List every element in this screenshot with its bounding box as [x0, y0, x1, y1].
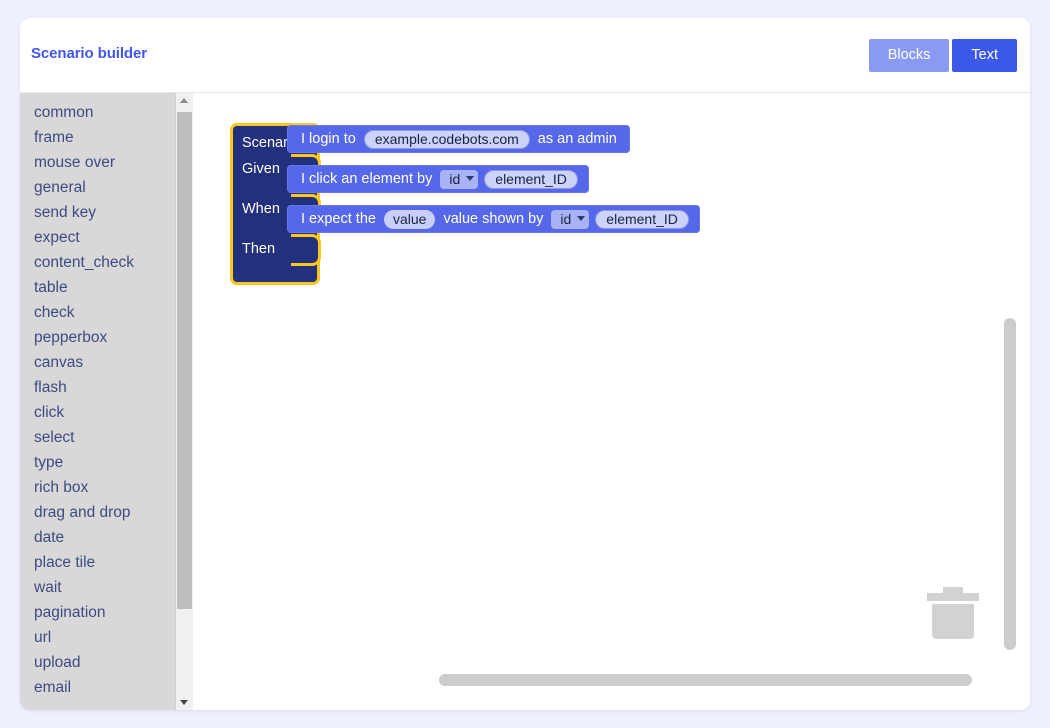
- toolbox-item[interactable]: common: [20, 100, 175, 125]
- given-statement-block[interactable]: I login to example.codebots.com as an ad…: [287, 125, 630, 153]
- toolbox-item[interactable]: click: [20, 400, 175, 425]
- then-text-middle: value shown by: [443, 211, 544, 227]
- toolbox-item[interactable]: content_check: [20, 250, 175, 275]
- toolbox-item[interactable]: place tile: [20, 550, 175, 575]
- toolbox-panel: common frame mouse over general send key expe…: [20, 93, 175, 710]
- blocks-view-button[interactable]: Blocks: [868, 39, 950, 72]
- scroll-down-arrow-icon[interactable]: [176, 694, 193, 710]
- toolbox-item[interactable]: select: [20, 425, 175, 450]
- then-element-id-field[interactable]: element_ID: [595, 209, 689, 229]
- toolbox-item[interactable]: wait: [20, 575, 175, 600]
- given-keyword-label: Given: [242, 161, 280, 177]
- when-text-prefix: I click an element by: [301, 171, 433, 187]
- then-keyword-label: Then: [242, 241, 276, 257]
- toolbox-category-list: common frame mouse over general send key expe…: [20, 100, 175, 700]
- toolbox-item[interactable]: canvas: [20, 350, 175, 375]
- app-header: Scenario builder Blocks Text: [20, 18, 1030, 93]
- toolbox-item[interactable]: general: [20, 175, 175, 200]
- toolbox-item[interactable]: pagination: [20, 600, 175, 625]
- toolbox-item[interactable]: table: [20, 275, 175, 300]
- when-selector-value: id: [449, 170, 461, 187]
- toolbox-item[interactable]: send key: [20, 200, 175, 225]
- then-text-prefix: I expect the: [301, 211, 376, 227]
- when-statement-block[interactable]: I click an element by id element_ID: [287, 165, 589, 193]
- view-mode-toggle: Blocks Text: [868, 39, 1017, 72]
- then-selector-value: id: [560, 210, 572, 227]
- then-selector-dropdown[interactable]: id: [551, 209, 590, 229]
- toolbox-item[interactable]: drag and drop: [20, 500, 175, 525]
- chevron-down-icon: [466, 176, 475, 181]
- workspace-horizontal-scrollbar[interactable]: [439, 674, 972, 686]
- toolbox-item[interactable]: expect: [20, 225, 175, 250]
- chevron-down-icon: [577, 216, 586, 221]
- when-element-id-field[interactable]: element_ID: [484, 169, 578, 189]
- toolbox-item[interactable]: check: [20, 300, 175, 325]
- given-text-prefix: I login to: [301, 131, 356, 147]
- given-text-suffix: as an admin: [537, 131, 617, 147]
- page-title: Scenario builder: [31, 45, 147, 62]
- scroll-up-arrow-icon[interactable]: [176, 93, 193, 110]
- toolbox-scrollbar[interactable]: [175, 93, 194, 710]
- toolbox-item[interactable]: upload: [20, 650, 175, 675]
- toolbox-item[interactable]: url: [20, 625, 175, 650]
- trash-can-icon[interactable]: [927, 583, 979, 639]
- toolbox-item[interactable]: mouse over: [20, 150, 175, 175]
- toolbox-item[interactable]: email: [20, 675, 175, 700]
- text-view-button[interactable]: Text: [952, 39, 1017, 72]
- then-statement-block[interactable]: I expect the value value shown by id ele…: [287, 205, 700, 233]
- when-selector-dropdown[interactable]: id: [440, 169, 479, 189]
- trash-body: [932, 604, 974, 639]
- given-url-field[interactable]: example.codebots.com: [363, 129, 530, 149]
- toolbox-item[interactable]: frame: [20, 125, 175, 150]
- blockly-workspace[interactable]: Scenario: Given When Then I login to exa…: [193, 93, 1030, 710]
- then-attribute-field[interactable]: value: [383, 209, 436, 229]
- toolbox-scrollbar-thumb[interactable]: [177, 112, 192, 609]
- builder-body: common frame mouse over general send key expe…: [20, 93, 1030, 710]
- blocks-layer: Scenario: Given When Then I login to exa…: [193, 93, 1030, 710]
- scenario-builder-card: Scenario builder Blocks Text common frame…: [20, 18, 1030, 710]
- toolbox-item[interactable]: date: [20, 525, 175, 550]
- toolbox-item[interactable]: rich box: [20, 475, 175, 500]
- workspace-vertical-scrollbar[interactable]: [1004, 318, 1016, 650]
- toolbox-item[interactable]: flash: [20, 375, 175, 400]
- scenario-row-then: Then: [233, 232, 321, 272]
- then-slot-notch: [291, 234, 321, 266]
- when-keyword-label: When: [242, 201, 280, 217]
- toolbox-item[interactable]: pepperbox: [20, 325, 175, 350]
- trash-lid: [927, 593, 979, 601]
- toolbox-item[interactable]: type: [20, 450, 175, 475]
